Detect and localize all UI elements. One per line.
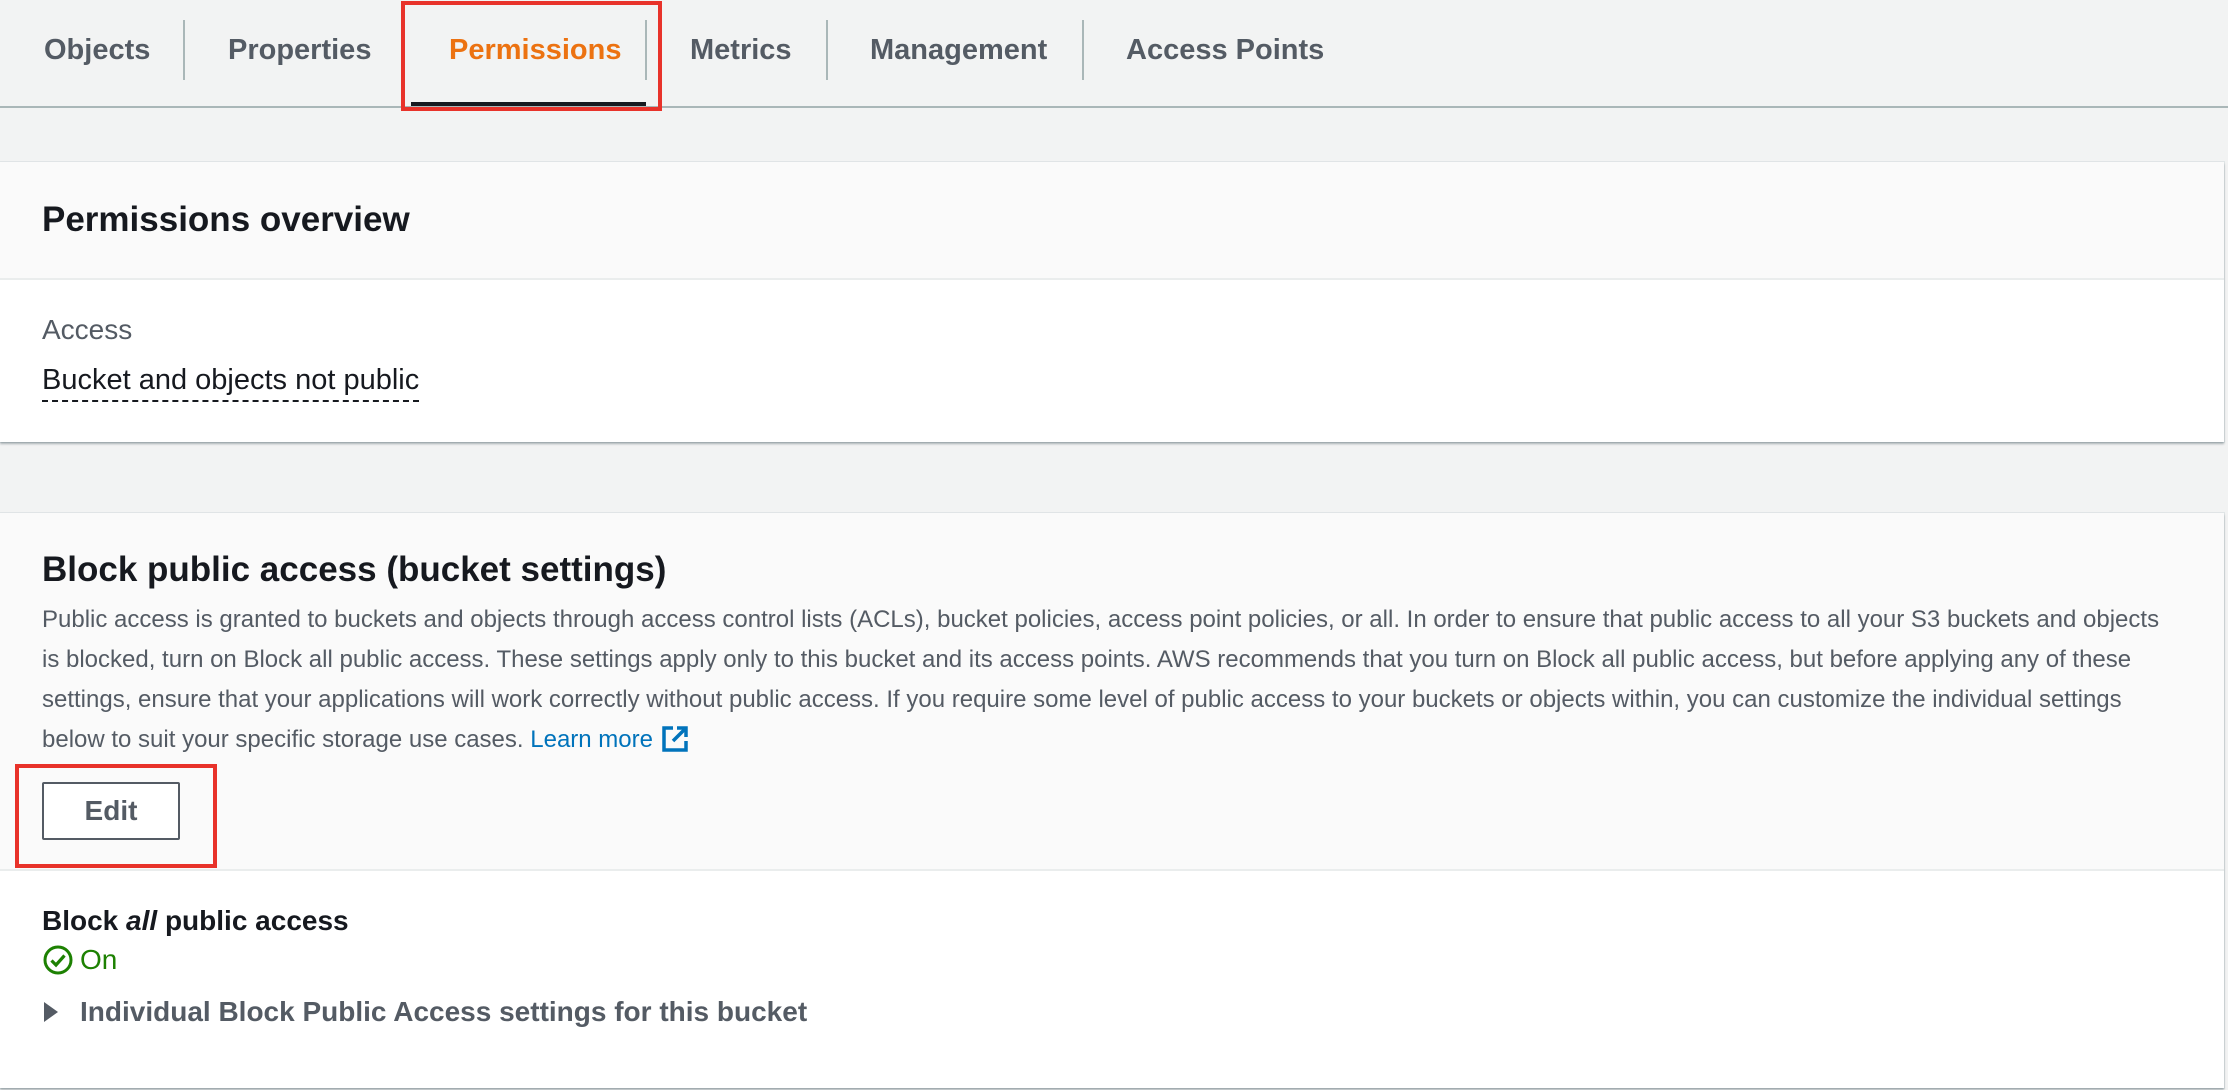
permissions-overview-panel: Permissions overview Access Bucket and o… [0, 162, 2224, 442]
block-public-access-description: Public access is granted to buckets and … [42, 600, 2172, 760]
access-value[interactable]: Bucket and objects not public [42, 364, 420, 402]
individual-settings-expander[interactable]: Individual Block Public Access settings … [44, 996, 807, 1028]
panel-title: Permissions overview [42, 200, 410, 239]
setting-emphasis: all [126, 905, 158, 936]
tab-objects[interactable]: Objects [44, 0, 150, 106]
tab-metrics[interactable]: Metrics [690, 0, 792, 106]
tab-bar: Objects Properties Permissions Metrics M… [0, 0, 2228, 108]
caret-right-icon [44, 1002, 58, 1022]
block-public-access-title: Block public access (bucket settings) [42, 550, 667, 589]
check-circle-icon [43, 945, 73, 975]
description-text: Public access is granted to buckets and … [42, 606, 2160, 753]
access-label: Access [42, 314, 133, 345]
tab-divider [826, 20, 828, 80]
tab-divider [183, 20, 185, 80]
setting-suffix: public access [157, 905, 349, 936]
tab-properties[interactable]: Properties [228, 0, 371, 106]
tab-permissions[interactable]: Permissions [449, 0, 621, 106]
status-text: On [80, 944, 118, 975]
external-link-icon [662, 726, 688, 752]
block-all-public-access-label: Block all public access [42, 905, 349, 937]
active-tab-indicator [411, 102, 646, 106]
expander-label: Individual Block Public Access settings … [80, 996, 808, 1027]
tab-divider [1082, 20, 1084, 80]
edit-button[interactable]: Edit [42, 782, 180, 840]
block-all-status: On [42, 944, 117, 976]
panel-header: Permissions overview [0, 162, 2224, 280]
tab-management[interactable]: Management [870, 0, 1047, 106]
learn-more-link[interactable]: Learn more [530, 726, 689, 753]
learn-more-label: Learn more [530, 726, 653, 753]
tab-divider [645, 20, 647, 80]
setting-prefix: Block [42, 905, 127, 936]
tab-access-points[interactable]: Access Points [1126, 0, 1324, 106]
